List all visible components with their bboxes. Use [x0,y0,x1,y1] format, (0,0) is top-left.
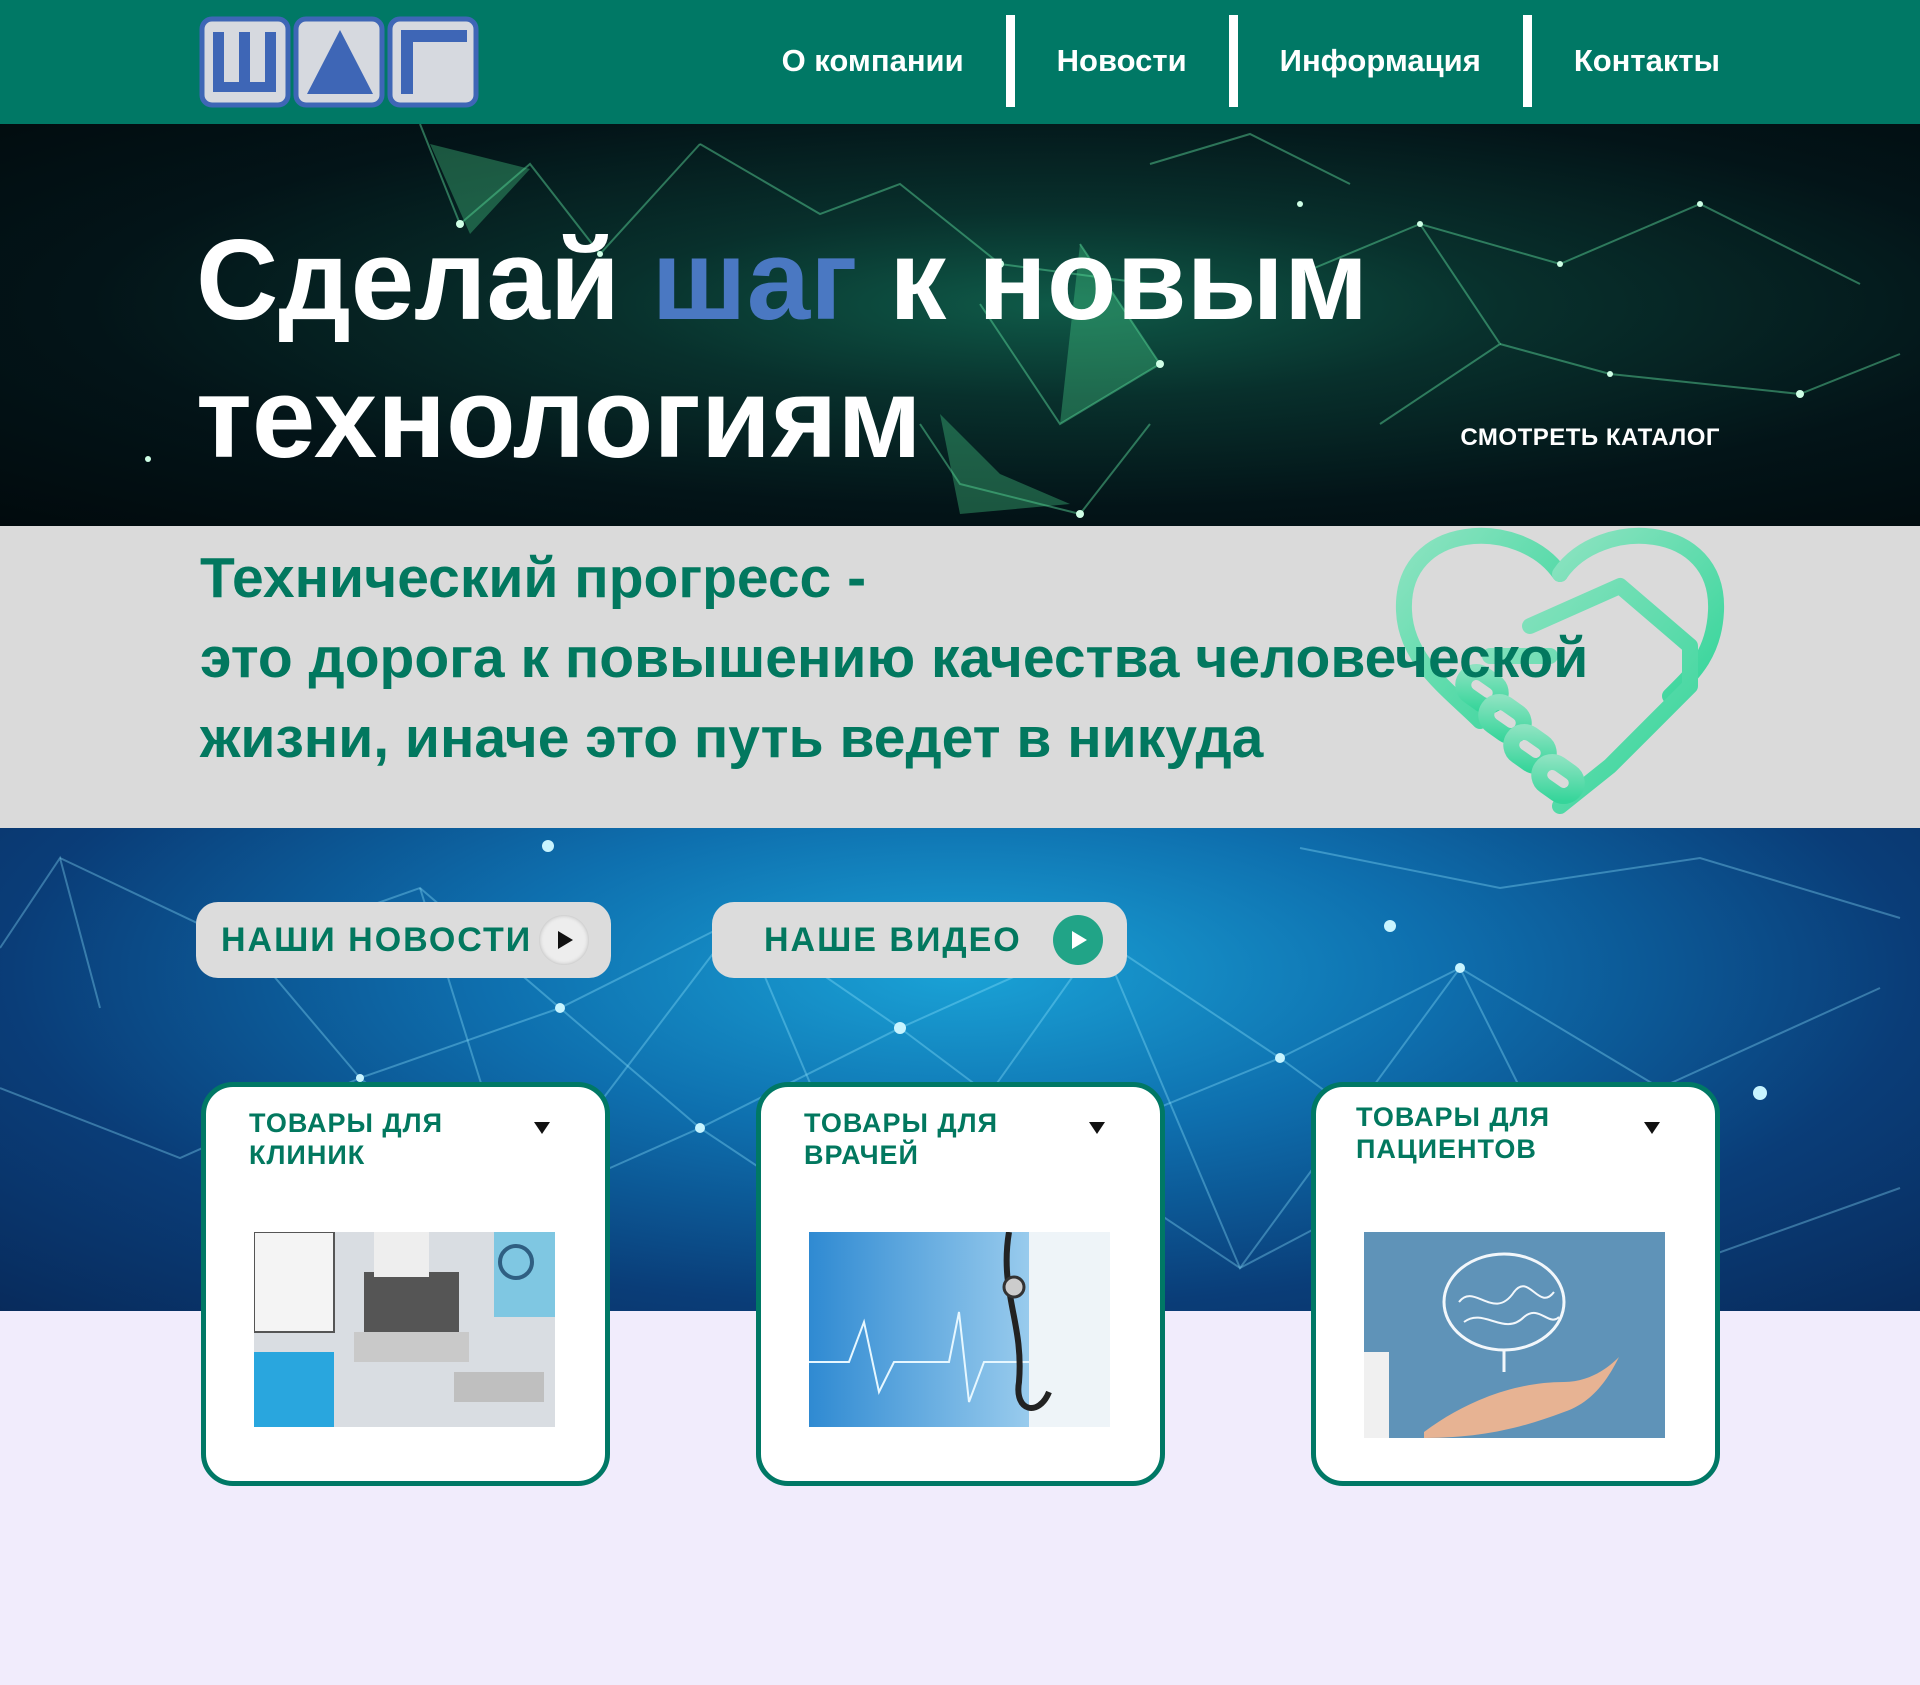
quote-band: Технический прогресс - это дорога к повы… [0,526,1920,828]
nav-item-news[interactable]: Новости [1015,14,1229,108]
clinic-desk-image [254,1232,555,1427]
our-video-label: НАШЕ ВИДЕО [764,920,1022,959]
hero-title: Сделай шаг к новым технологиям [196,212,1496,488]
dropdown-arrow-icon[interactable] [1089,1122,1105,1134]
card-title: ТОВАРЫ ДЛЯ КЛИНИК [249,1108,444,1170]
nav-divider [1005,15,1015,107]
main-nav: О компании Новости Информация Контакты [740,14,1720,108]
hero-title-accent: шаг [651,217,858,344]
our-news-button[interactable]: НАШИ НОВОСТИ [196,902,611,978]
play-icon [1053,915,1103,965]
dropdown-arrow-icon[interactable] [534,1122,550,1134]
dropdown-arrow-icon[interactable] [1644,1122,1660,1134]
hero-title-start: Сделай [196,217,652,344]
hero-banner: Сделай шаг к новым технологиям СМОТРЕТЬ … [0,124,1920,526]
brain-hand-image [1364,1232,1665,1438]
company-logo[interactable] [199,16,481,108]
card-title: ТОВАРЫ ДЛЯ ВРАЧЕЙ [804,1108,999,1170]
nav-item-contacts[interactable]: Контакты [1532,14,1720,108]
product-card-doctors[interactable]: ТОВАРЫ ДЛЯ ВРАЧЕЙ [756,1082,1165,1486]
quote-line-1: Технический прогресс - [200,546,867,610]
nav-item-info[interactable]: Информация [1238,14,1523,108]
site-header: О компании Новости Информация Контакты [0,0,1920,124]
stethoscope-image [809,1232,1110,1427]
nav-item-about[interactable]: О компании [740,14,1006,108]
play-icon [539,915,589,965]
quote-line-2: это дорога к повышению качества человече… [200,626,1589,770]
logo-letter-sha [199,16,293,108]
nav-divider [1522,15,1532,107]
product-card-patients[interactable]: ТОВАРЫ ДЛЯ ПАЦИЕНТОВ [1311,1082,1720,1486]
our-news-label: НАШИ НОВОСТИ [221,920,533,959]
our-video-button[interactable]: НАШЕ ВИДЕО [712,902,1127,978]
quote-text: Технический прогресс - это дорога к повы… [200,538,1680,778]
logo-letter-ge [387,16,481,108]
product-card-clinics[interactable]: ТОВАРЫ ДЛЯ КЛИНИК [201,1082,610,1486]
card-title: ТОВАРЫ ДЛЯ ПАЦИЕНТОВ [1356,1102,1551,1164]
view-catalog-link[interactable]: СМОТРЕТЬ КАТАЛОГ [1460,424,1720,452]
logo-letter-delta [293,16,387,108]
nav-divider [1228,15,1238,107]
